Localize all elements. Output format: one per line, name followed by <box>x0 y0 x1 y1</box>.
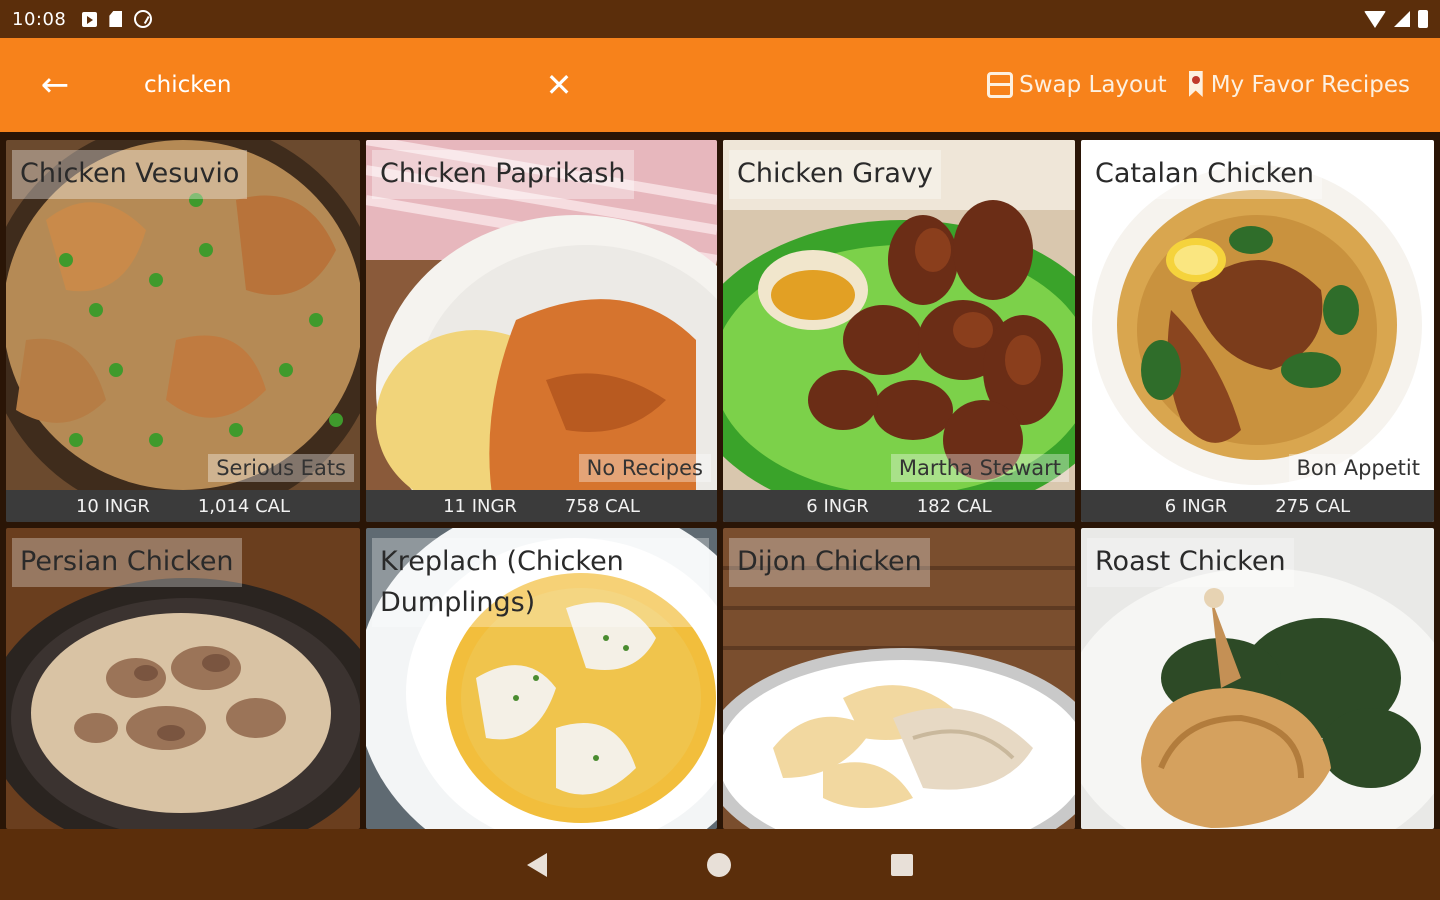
media-notification-icon <box>82 11 98 27</box>
calorie-count: 1,014 CAL <box>197 495 291 517</box>
recipe-card[interactable]: Chicken Vesuvio Serious Eats 10 INGR 1,0… <box>6 140 360 522</box>
calorie-count: 758 CAL <box>564 495 640 517</box>
recipe-card[interactable]: Chicken Gravy Martha Stewart 6 INGR 182 … <box>723 140 1075 522</box>
recipe-title: Roast Chicken <box>1087 538 1294 587</box>
recipe-source: Serious Eats <box>208 454 354 482</box>
recipe-title: Persian Chicken <box>12 538 242 587</box>
system-nav-bar <box>0 829 1440 900</box>
ingredient-count: 6 INGR <box>1164 495 1228 517</box>
calorie-count: 182 CAL <box>916 495 992 517</box>
sd-card-icon <box>109 11 123 27</box>
recipe-card[interactable]: Roast Chicken <box>1081 528 1434 829</box>
ribbon-icon <box>1187 71 1205 99</box>
recipe-title: Chicken Paprikash <box>372 150 634 199</box>
recipe-title: Catalan Chicken <box>1087 150 1322 199</box>
toolbar: ← ✕ Swap Layout My Favor Recipes <box>0 38 1440 132</box>
toolbar-actions: Swap Layout My Favor Recipes <box>987 71 1440 99</box>
status-system-icons <box>1364 10 1428 28</box>
recipe-card[interactable]: Dijon Chicken <box>723 528 1075 829</box>
status-notification-icons <box>82 10 153 28</box>
data-saver-icon <box>134 10 153 28</box>
close-icon: ✕ <box>545 66 573 104</box>
app-root: 10:08 ← ✕ Swap Layout My Favor <box>0 0 1440 900</box>
recipe-title: Chicken Vesuvio <box>12 150 248 199</box>
recipe-title: Kreplach (Chicken Dumplings) <box>372 538 709 627</box>
signal-icon <box>1394 11 1410 27</box>
recipe-card[interactable]: Persian Chicken <box>6 528 360 829</box>
recipe-card[interactable]: Chicken Paprikash No Recipes 11 INGR 758… <box>366 140 717 522</box>
favorites-label: My Favor Recipes <box>1210 72 1410 98</box>
swap-layout-label: Swap Layout <box>1019 72 1167 98</box>
arrow-left-icon: ← <box>40 65 70 105</box>
recipe-card[interactable]: Kreplach (Chicken Dumplings) <box>366 528 717 829</box>
battery-icon <box>1418 10 1428 28</box>
recipe-stats: 11 INGR 758 CAL <box>366 490 717 522</box>
calorie-count: 275 CAL <box>1275 495 1351 517</box>
recipe-stats: 10 INGR 1,014 CAL <box>6 490 360 522</box>
nav-home-icon[interactable] <box>707 852 731 877</box>
recipe-grid: Chicken Vesuvio Serious Eats 10 INGR 1,0… <box>0 132 1440 829</box>
clear-search-button[interactable]: ✕ <box>534 60 584 110</box>
recipe-title: Chicken Gravy <box>729 150 941 199</box>
back-button[interactable]: ← <box>0 38 110 132</box>
favorites-button[interactable]: My Favor Recipes <box>1187 71 1410 99</box>
ingredient-count: 6 INGR <box>806 495 869 517</box>
recipe-source: No Recipes <box>578 454 711 482</box>
recipe-title: Dijon Chicken <box>729 538 930 587</box>
layout-icon <box>987 72 1014 98</box>
recipe-stats: 6 INGR 275 CAL <box>1081 490 1434 522</box>
nav-back-icon[interactable] <box>527 852 547 877</box>
swap-layout-button[interactable]: Swap Layout <box>987 72 1167 98</box>
recipe-card[interactable]: Catalan Chicken Bon Appetit 6 INGR 275 C… <box>1081 140 1434 522</box>
ingredient-count: 11 INGR <box>443 495 517 517</box>
ingredient-count: 10 INGR <box>75 495 150 517</box>
status-time: 10:08 <box>12 8 67 30</box>
search-input[interactable] <box>144 60 534 110</box>
status-bar: 10:08 <box>0 0 1440 38</box>
nav-recents-icon[interactable] <box>891 853 913 876</box>
recipe-stats: 6 INGR 182 CAL <box>723 490 1075 522</box>
recipe-source: Martha Stewart <box>890 454 1069 482</box>
recipe-source: Bon Appetit <box>1288 454 1428 482</box>
wifi-icon <box>1364 10 1386 28</box>
